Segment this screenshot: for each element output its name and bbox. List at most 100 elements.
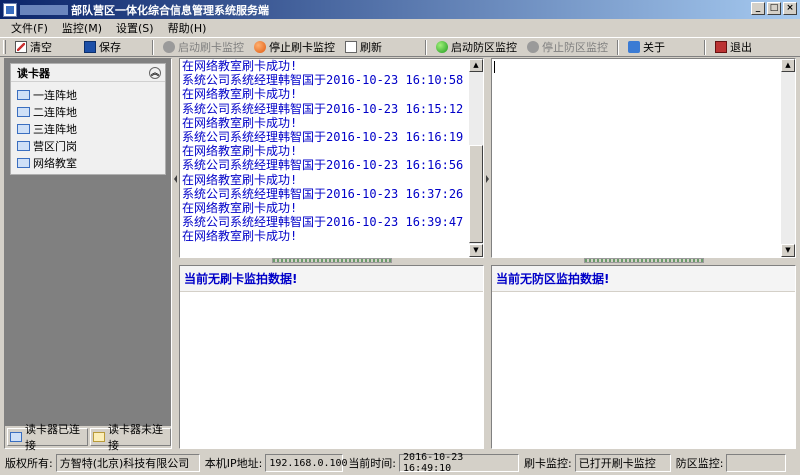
card-panel-splitter[interactable] (179, 258, 484, 264)
card-log-panel[interactable]: 在网络教室刷卡成功! 系统公司系统经理韩智国于2016-10-23 16:10:5… (179, 58, 484, 258)
start-card-monitor-icon (163, 41, 175, 53)
exit-button[interactable]: 退出 (710, 38, 757, 56)
legend-connected: 读卡器已连接 (7, 423, 88, 452)
menu-settings[interactable]: 设置(S) (109, 20, 161, 36)
ip-value: 192.168.0.100 (265, 454, 348, 472)
refresh-button[interactable]: 刷新 (340, 38, 387, 56)
log-line: 在网络教室刷卡成功! (182, 144, 298, 159)
card-log-text: 在网络教室刷卡成功! 系统公司系统经理韩智国于2016-10-23 16:10:5… (182, 59, 463, 244)
log-line: 系统公司系统经理韩智国于2016-10-23 16:15:12 (182, 101, 464, 116)
close-button[interactable]: × (783, 2, 797, 15)
log-line: 系统公司系统经理韩智国于2016-10-23 16:39:47 (182, 215, 464, 230)
splitter-grip-icon (583, 258, 704, 263)
zone-log-panel[interactable]: ▲ ▼ (491, 58, 796, 258)
log-line: 在网络教室刷卡成功! (182, 115, 298, 130)
reader-connected-icon (10, 432, 22, 442)
save-button[interactable]: 保存 (79, 38, 126, 56)
reader-side-panel: 读卡器 ︽ 一连阵地 二连阵地 三连阵地 营区门岗 网络教室 读卡器已连接 读卡… (4, 58, 172, 452)
status-bar: 版权所有: 方智特(北京)科技有限公司 本机IP地址: 192.168.0.10… (0, 451, 800, 475)
reader-item-label: 营区门岗 (33, 139, 77, 153)
legend-connected-label: 读卡器已连接 (25, 423, 80, 452)
refresh-label: 刷新 (360, 41, 382, 54)
reader-item-label: 二连阵地 (33, 105, 77, 119)
card-capture-panel: 当前无刷卡监拍数据! (179, 265, 484, 449)
scroll-down-button[interactable]: ▼ (469, 244, 483, 257)
reader-item[interactable]: 一连阵地 (17, 86, 165, 103)
toolbar-separator (152, 39, 154, 55)
copyright-value: 方智特(北京)科技有限公司 (55, 454, 200, 472)
clear-button[interactable]: 清空 (10, 38, 57, 56)
reader-item[interactable]: 网络教室 (17, 154, 165, 171)
stop-card-monitor-button[interactable]: 停止刷卡监控 (249, 38, 340, 56)
reader-item-label: 网络教室 (33, 156, 77, 170)
start-card-monitor-button[interactable]: 启动刷卡监控 (158, 38, 249, 56)
exit-icon (715, 41, 727, 53)
scroll-up-button[interactable]: ▲ (469, 59, 483, 72)
legend-disconnected-label: 读卡器未连接 (108, 423, 163, 452)
log-line: 系统公司系统经理韩智国于2016-10-23 16:37:26 (182, 186, 464, 201)
maximize-button[interactable]: □ (767, 2, 781, 15)
splitter-arrow-icon (486, 175, 489, 183)
window-title: 部队营区一体化综合信息管理系统服务端 (71, 3, 269, 17)
log-line: 在网络教室刷卡成功! (182, 172, 298, 187)
middle-splitter[interactable] (484, 58, 490, 449)
card-capture-status: 当前无刷卡监拍数据! (180, 266, 483, 292)
stop-zone-monitor-icon (527, 41, 539, 53)
card-monitor-value: 已打开刷卡监控 (574, 454, 671, 472)
scroll-up-button[interactable]: ▲ (781, 59, 795, 72)
clear-icon (15, 41, 27, 53)
clear-label: 清空 (30, 41, 52, 54)
reader-item[interactable]: 营区门岗 (17, 137, 165, 154)
exit-label: 退出 (730, 41, 752, 54)
menu-file[interactable]: 文件(F) (4, 20, 55, 36)
start-card-monitor-label: 启动刷卡监控 (178, 41, 244, 54)
stop-zone-monitor-label: 停止防区监控 (542, 41, 608, 54)
legend-disconnected: 读卡器未连接 (90, 423, 171, 452)
zone-log-scrollbar[interactable]: ▲ ▼ (781, 59, 795, 257)
menu-bar: 文件(F) 监控(M) 设置(S) 帮助(H) (0, 19, 800, 37)
title-bar[interactable]: 部队营区一体化综合信息管理系统服务端 _ □ × (0, 0, 800, 19)
ip-label: 本机IP地址: (204, 457, 263, 470)
reader-group-header[interactable]: 读卡器 ︽ (11, 64, 165, 82)
log-line: 在网络教室刷卡成功! (182, 201, 298, 216)
log-line: 系统公司系统经理韩智国于2016-10-23 16:16:19 (182, 130, 464, 145)
start-zone-monitor-button[interactable]: 启动防区监控 (431, 38, 522, 56)
menu-monitor[interactable]: 监控(M) (55, 20, 109, 36)
reader-item[interactable]: 三连阵地 (17, 120, 165, 137)
stop-card-monitor-icon (254, 41, 266, 53)
refresh-icon (345, 41, 357, 53)
toolbar-grip[interactable] (3, 40, 6, 54)
minimize-button[interactable]: _ (751, 2, 765, 15)
reader-item[interactable]: 二连阵地 (17, 103, 165, 120)
log-line: 系统公司系统经理韩智国于2016-10-23 16:16:56 (182, 158, 464, 173)
about-button[interactable]: 关于 (623, 38, 670, 56)
scroll-thumb[interactable] (469, 145, 483, 243)
log-line: 在网络教室刷卡成功! (182, 59, 298, 73)
chevron-double-up-icon[interactable]: ︽ (149, 66, 161, 79)
reader-list: 一连阵地 二连阵地 三连阵地 营区门岗 网络教室 (11, 82, 165, 171)
card-monitor-label: 刷卡监控: (524, 457, 572, 470)
copyright-label: 版权所有: (5, 457, 53, 470)
reader-item-label: 三连阵地 (33, 122, 77, 136)
reader-item-label: 一连阵地 (33, 88, 77, 102)
reader-connected-icon (17, 157, 30, 168)
start-zone-monitor-label: 启动防区监控 (451, 41, 517, 54)
stop-zone-monitor-button[interactable]: 停止防区监控 (522, 38, 613, 56)
zone-monitor-value (726, 454, 787, 472)
zone-panel-splitter[interactable] (491, 258, 796, 264)
save-icon (84, 41, 96, 53)
about-label: 关于 (643, 41, 665, 54)
time-label: 当前时间: (348, 457, 397, 470)
splitter-grip-icon (271, 258, 392, 263)
log-line: 在网络教室刷卡成功! (182, 229, 298, 244)
toolbar-separator (704, 39, 706, 55)
reader-connected-icon (17, 89, 30, 100)
card-log-scrollbar[interactable]: ▲ ▼ (469, 59, 483, 257)
reader-connected-icon (17, 106, 30, 117)
scroll-down-button[interactable]: ▼ (781, 244, 795, 257)
toolbar-separator (425, 39, 427, 55)
app-icon[interactable] (3, 2, 17, 17)
zone-monitor-label: 防区监控: (675, 457, 724, 470)
reader-legend: 读卡器已连接 读卡器未连接 (5, 423, 171, 452)
menu-help[interactable]: 帮助(H) (161, 20, 214, 36)
